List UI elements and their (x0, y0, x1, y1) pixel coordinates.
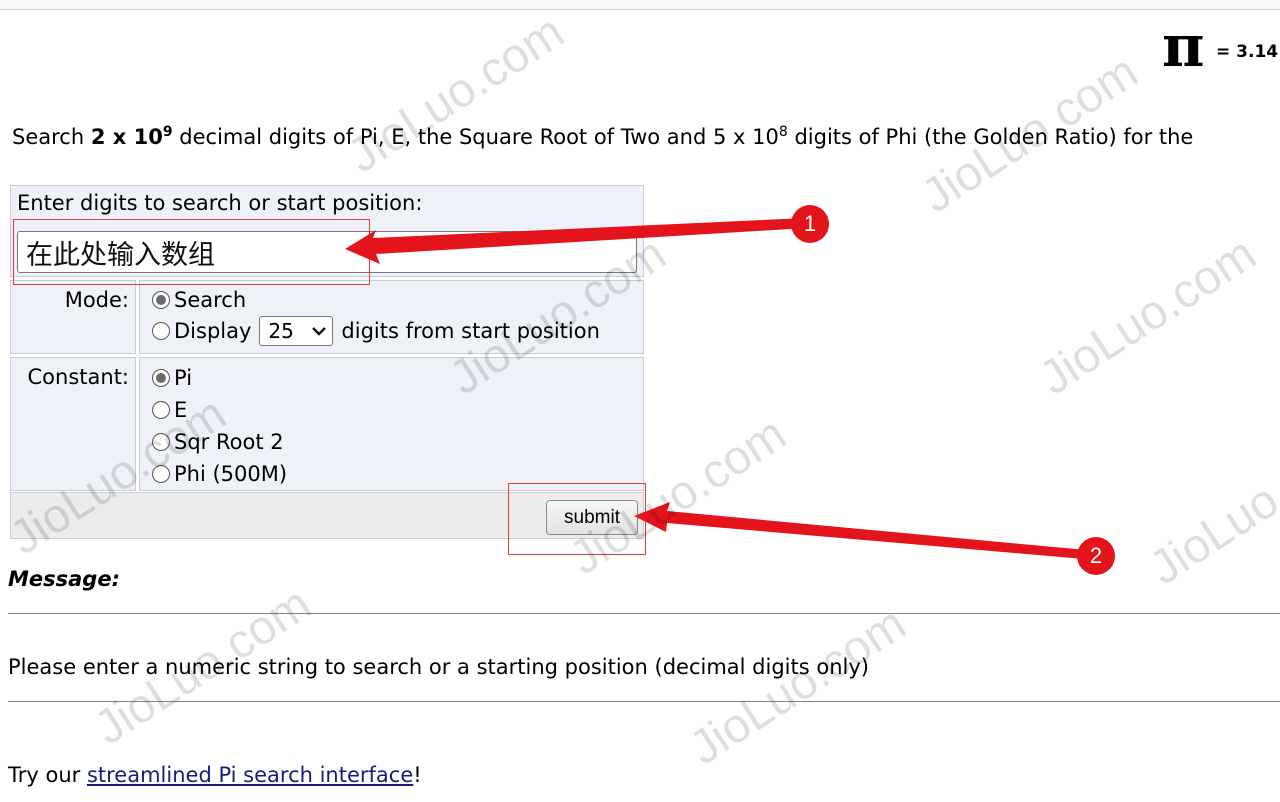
annotation-box-input (13, 219, 370, 285)
mode-display-suffix: digits from start position (341, 319, 600, 343)
mode-display-option[interactable]: Display 25 digits from start position (152, 316, 600, 346)
mode-display-radio[interactable] (152, 322, 170, 340)
intro-prefix: Search (12, 125, 91, 149)
watermark: JioLuo.com (1140, 417, 1280, 596)
constant-e-radio[interactable] (152, 401, 170, 419)
digits-label: Enter digits to search or start position… (17, 191, 423, 215)
mode-search-radio[interactable] (152, 291, 170, 309)
pi-value: = 3.14 (1216, 42, 1279, 62)
divider-top (8, 613, 1280, 614)
constant-option-pi[interactable]: Pi (152, 366, 192, 390)
constant-sqrt2-label: Sqr Root 2 (174, 430, 284, 454)
watermark: JioLuo.com (1030, 227, 1266, 406)
annotation-arrow-2 (634, 502, 1086, 559)
mode-display-label: Display (174, 319, 252, 343)
constant-pi-label: Pi (174, 366, 193, 390)
top-border (0, 0, 1280, 10)
mode-label: Mode: (64, 288, 129, 312)
watermark: JioLuo.com (680, 597, 916, 776)
phi-exponent: 8 (778, 124, 788, 140)
footer-text: Try our streamlined Pi search interface! (8, 763, 422, 787)
streamlined-search-link[interactable]: streamlined Pi search interface (87, 763, 413, 787)
constant-option-e[interactable]: E (152, 398, 187, 422)
footer-prefix: Try our (8, 763, 87, 787)
mode-search-option[interactable]: Search (152, 288, 246, 312)
message-text: Please enter a numeric string to search … (8, 655, 869, 679)
mode-label-cell: Mode: (10, 280, 136, 354)
pi-symbol-logo: π (1162, 12, 1205, 80)
intro-text: Search 2 x 109 decimal digits of Pi, E, … (12, 124, 1193, 149)
annotation-badge-2: 2 (1077, 537, 1115, 575)
display-count-select[interactable]: 25 (259, 316, 334, 346)
intro-suffix: digits of Phi (the Golden Ratio) for the (787, 125, 1194, 149)
annotation-box-submit (508, 483, 646, 555)
constant-sqrt2-radio[interactable] (152, 433, 170, 451)
constant-phi-radio[interactable] (152, 465, 170, 483)
constant-label-cell: Constant: (10, 357, 136, 491)
mode-options-cell: Search Display 25 digits from start posi… (139, 280, 644, 354)
mode-search-label: Search (174, 288, 247, 312)
annotation-badge-1: 1 (791, 205, 829, 243)
footer-suffix: ! (413, 763, 422, 787)
constant-option-sqrt2[interactable]: Sqr Root 2 (152, 430, 284, 454)
digit-count-exponent: 9 (162, 124, 173, 140)
divider-bottom (8, 701, 1280, 702)
constant-option-phi[interactable]: Phi (500M) (152, 462, 287, 486)
chevron-down-icon (312, 327, 327, 336)
message-title: Message: (8, 567, 120, 591)
watermark: JioLuo.com (338, 5, 574, 184)
constant-label: Constant: (27, 365, 129, 389)
constant-phi-label: Phi (500M) (174, 462, 288, 486)
digit-count: 2 x 10 (90, 125, 163, 149)
constant-e-label: E (174, 398, 188, 422)
constant-options-cell: Pi E Sqr Root 2 Phi (500M) (139, 357, 644, 491)
constant-pi-radio[interactable] (152, 369, 170, 387)
intro-middle: decimal digits of Pi, E, the Square Root… (172, 125, 779, 149)
display-count-value: 25 (268, 319, 294, 343)
